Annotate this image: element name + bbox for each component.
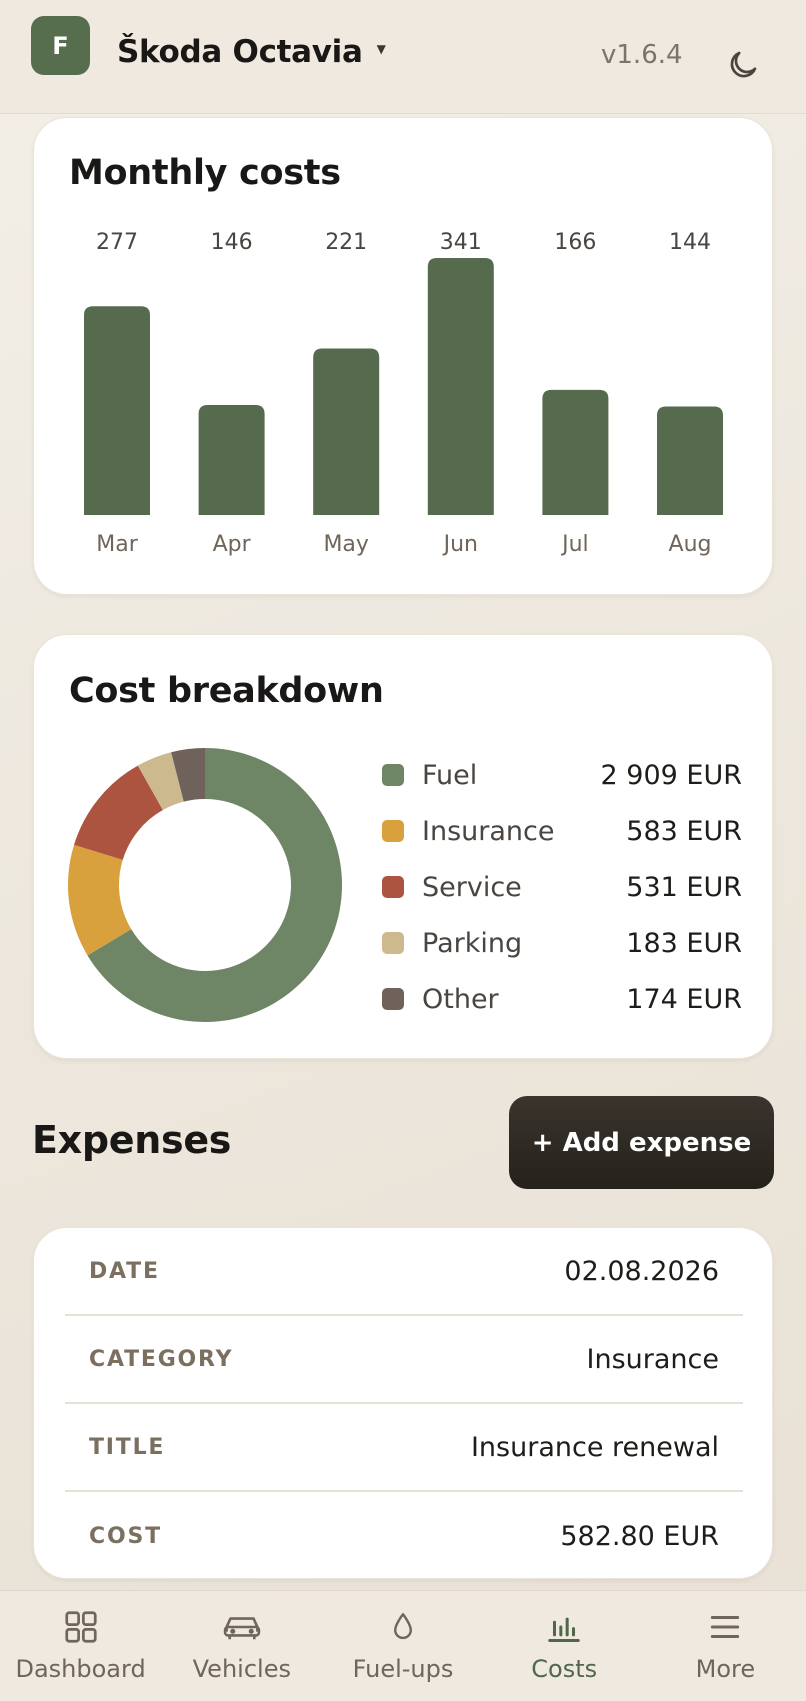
bar-mar xyxy=(84,306,150,515)
vehicle-name: Škoda Octavia xyxy=(117,34,363,70)
bar-category-label: Mar xyxy=(96,532,138,557)
legend-label: Other xyxy=(422,983,499,1015)
expense-value: 582.80 EUR xyxy=(560,1520,719,1552)
expense-key: TITLE xyxy=(89,1434,166,1460)
bar-apr xyxy=(198,404,265,515)
expense-value: Insurance renewal xyxy=(470,1431,719,1463)
nav-dashboard[interactable]: Dashboard xyxy=(0,1591,161,1701)
nav-more[interactable]: More xyxy=(645,1591,806,1701)
expense-row-cost: COST 582.80 EUR xyxy=(65,1492,743,1580)
legend-label: Fuel xyxy=(422,759,478,791)
cost-breakdown-legend: Fuel 2 909 EUR Insurance 583 EUR Service 531 … xyxy=(382,747,742,1027)
add-expense-button[interactable]: + Add expense xyxy=(509,1096,774,1189)
droplet-icon xyxy=(383,1607,423,1647)
expense-row-category: CATEGORY Insurance xyxy=(65,1316,743,1404)
cost-breakdown-card: Cost breakdown Fuel 2 909 EUR Insurance 583… xyxy=(33,634,773,1059)
expense-value: 02.08.2026 xyxy=(564,1255,719,1287)
bar-category-label: Jun xyxy=(442,532,478,557)
legend-swatch xyxy=(382,988,404,1010)
nav-label: More xyxy=(695,1655,756,1683)
nav-label: Dashboard xyxy=(15,1655,146,1683)
car-icon xyxy=(222,1607,262,1647)
bar-jul xyxy=(542,389,609,515)
cost-breakdown-donut xyxy=(68,748,342,1022)
nav-costs[interactable]: Costs xyxy=(484,1591,645,1701)
legend-item-fuel: Fuel 2 909 EUR xyxy=(382,747,742,803)
vehicle-selector[interactable]: Škoda Octavia ▼ xyxy=(117,28,386,76)
legend-label: Insurance xyxy=(422,815,555,847)
bar-value-label: 166 xyxy=(554,230,596,255)
legend-value: 583 EUR xyxy=(626,815,742,847)
monthly-costs-card: Monthly costs 277 Mar 146 Apr 221 May 341 Jun 16… xyxy=(33,117,773,595)
legend-label: Service xyxy=(422,871,522,903)
legend-swatch xyxy=(382,820,404,842)
legend-item-parking: Parking 183 EUR xyxy=(382,915,742,971)
bar-value-label: 221 xyxy=(325,230,367,255)
nav-label: Vehicles xyxy=(192,1655,291,1683)
bar-category-label: Apr xyxy=(213,532,252,557)
bar-aug xyxy=(657,406,723,515)
expense-value: Insurance xyxy=(586,1343,719,1375)
legend-swatch xyxy=(382,876,404,898)
bar-value-label: 146 xyxy=(211,230,253,255)
legend-item-insurance: Insurance 583 EUR xyxy=(382,803,742,859)
bar-category-label: Jul xyxy=(560,532,589,557)
legend-value: 183 EUR xyxy=(626,927,742,959)
bar-value-label: 144 xyxy=(669,230,711,255)
legend-item-service: Service 531 EUR xyxy=(382,859,742,915)
nav-vehicles[interactable]: Vehicles xyxy=(161,1591,322,1701)
expense-key: CATEGORY xyxy=(89,1346,234,1372)
moon-icon xyxy=(730,51,757,78)
bar-value-label: 341 xyxy=(440,230,482,255)
bar-category-label: May xyxy=(323,532,368,557)
bar-chart-icon xyxy=(544,1607,584,1647)
expenses-title: Expenses xyxy=(32,1118,232,1162)
expense-row-date: DATE 02.08.2026 xyxy=(65,1228,743,1316)
bar-jun xyxy=(427,258,494,515)
nav-label: Fuel-ups xyxy=(352,1655,454,1683)
bar-value-label: 277 xyxy=(96,230,138,255)
legend-item-other: Other 174 EUR xyxy=(382,971,742,1027)
nav-label: Costs xyxy=(531,1655,598,1683)
legend-value: 174 EUR xyxy=(626,983,742,1015)
legend-value: 2 909 EUR xyxy=(600,759,742,791)
bottom-navigation: Dashboard Vehicles Fuel-ups Costs More xyxy=(0,1590,806,1701)
caret-down-icon: ▼ xyxy=(376,42,386,56)
expense-key: COST xyxy=(89,1523,162,1549)
cost-breakdown-title: Cost breakdown xyxy=(69,671,384,711)
menu-icon xyxy=(705,1607,745,1647)
grid-icon xyxy=(61,1607,101,1647)
app-version: v1.6.4 xyxy=(601,40,683,70)
bar-category-label: Aug xyxy=(669,532,712,557)
nav-fuel-ups[interactable]: Fuel-ups xyxy=(322,1591,483,1701)
legend-swatch xyxy=(382,932,404,954)
legend-label: Parking xyxy=(422,927,523,959)
expense-row-title: TITLE Insurance renewal xyxy=(65,1404,743,1492)
legend-swatch xyxy=(382,764,404,786)
top-bar: F Škoda Octavia ▼ v1.6.4 xyxy=(0,0,806,114)
app-logo-badge: F xyxy=(31,16,90,75)
monthly-costs-chart: 277 Mar 146 Apr 221 May 341 Jun 166 Jul 144 Aug xyxy=(84,230,723,557)
expense-detail-card[interactable]: DATE 02.08.2026 CATEGORY Insurance TITLE… xyxy=(33,1227,773,1579)
bar-may xyxy=(313,348,380,515)
legend-value: 531 EUR xyxy=(626,871,742,903)
expense-key: DATE xyxy=(89,1258,160,1284)
dark-mode-toggle[interactable] xyxy=(720,42,766,88)
